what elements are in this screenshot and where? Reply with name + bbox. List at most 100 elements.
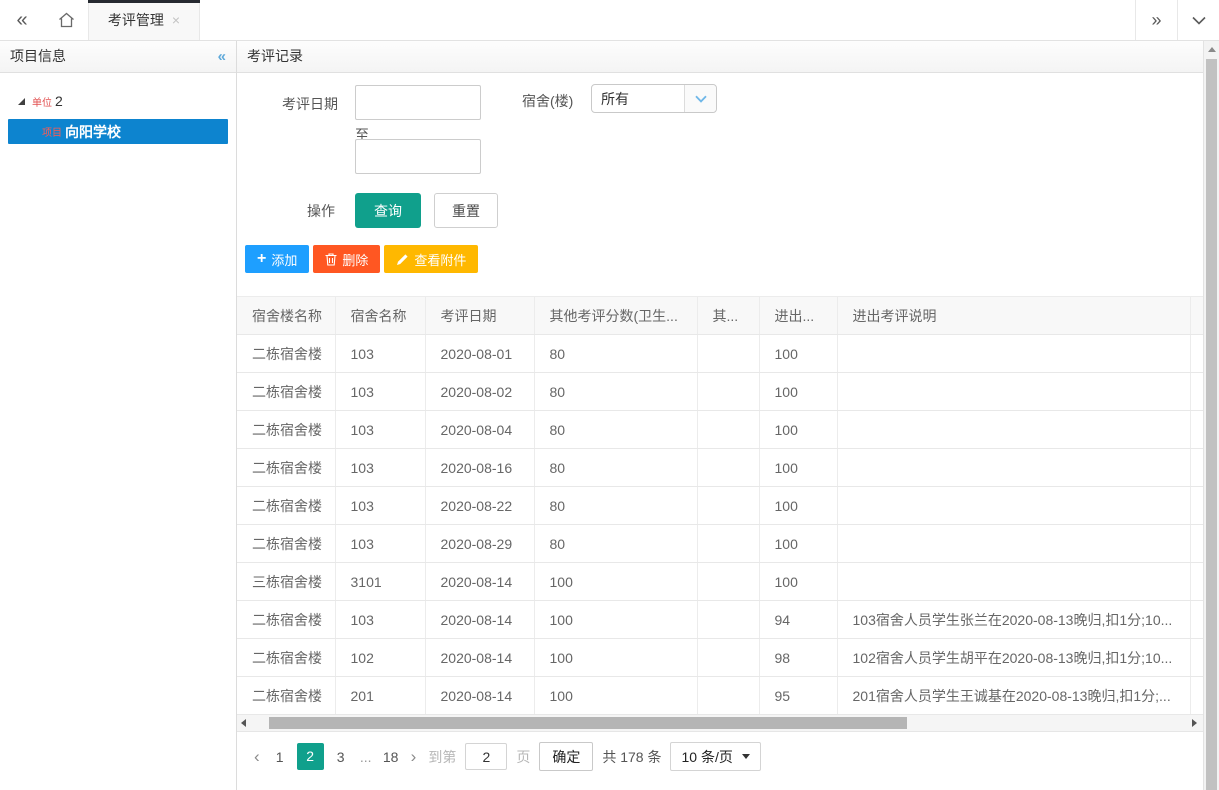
project-sidebar: 项目信息 « 单位 2 项目 向阳学校 <box>0 41 237 790</box>
column-header: 其... <box>697 297 759 335</box>
vertical-scroll-thumb[interactable] <box>1206 59 1217 790</box>
home-icon[interactable] <box>44 0 88 40</box>
table-cell: 2020-08-22 <box>425 487 534 525</box>
table-row[interactable]: 二栋宿舍楼1032020-08-0280100 <box>237 373 1203 411</box>
sidebar-collapse-icon[interactable]: « <box>218 41 226 72</box>
tab-label: 考评管理 <box>108 10 164 30</box>
column-header: 宿舍楼名称 <box>237 297 335 335</box>
collapse-tabs-icon[interactable]: « <box>0 0 44 40</box>
table-cell: 100 <box>534 639 697 677</box>
table-row[interactable]: 二栋宿舍楼1032020-08-1680100 <box>237 449 1203 487</box>
horizontal-scroll-thumb[interactable] <box>269 717 907 729</box>
reset-button[interactable]: 重置 <box>434 193 498 228</box>
add-button[interactable]: + 添加 <box>245 245 309 273</box>
table-cell <box>1190 411 1203 449</box>
page-button-3[interactable]: 3 <box>333 749 349 765</box>
table-cell: 103 <box>335 601 425 639</box>
search-button[interactable]: 查询 <box>355 193 421 228</box>
table-cell <box>1190 525 1203 563</box>
table-cell: 100 <box>759 335 837 373</box>
tree-node-school-selected[interactable]: 项目 向阳学校 <box>8 119 228 144</box>
table-row[interactable]: 二栋宿舍楼1032020-08-0180100 <box>237 335 1203 373</box>
table-cell: 二栋宿舍楼 <box>237 411 335 449</box>
table-cell: 80 <box>534 525 697 563</box>
table-cell <box>837 563 1190 601</box>
table-cell: 201宿舍人员学生王诚基在2020-08-13晚归,扣1分;... <box>837 677 1190 715</box>
table-cell <box>697 563 759 601</box>
delete-button[interactable]: 删除 <box>313 245 380 273</box>
scroll-right-icon[interactable] <box>1192 719 1197 727</box>
table-cell: 98 <box>759 639 837 677</box>
table-cell: 80 <box>534 411 697 449</box>
table-cell: 103宿舍人员学生张兰在2020-08-13晚归,扣1分;10... <box>837 601 1190 639</box>
table-cell: 103 <box>335 411 425 449</box>
date-from-input[interactable] <box>355 85 481 120</box>
goto-page-input[interactable] <box>465 743 507 770</box>
table-cell <box>1190 335 1203 373</box>
tab-kaoping-guanli[interactable]: 考评管理 × <box>88 0 200 40</box>
page-size-select[interactable]: 10 条/页 <box>670 742 760 771</box>
page-button-2[interactable]: 2 <box>297 743 324 770</box>
tree-expand-icon[interactable] <box>18 98 25 105</box>
table-cell: 102 <box>335 639 425 677</box>
table-cell: 80 <box>534 449 697 487</box>
table-cell: 2020-08-04 <box>425 411 534 449</box>
tabbar-spacer <box>200 0 1135 40</box>
table-cell <box>837 411 1190 449</box>
horizontal-scrollbar[interactable] <box>237 715 1203 732</box>
table-cell: 2020-08-01 <box>425 335 534 373</box>
table-row[interactable]: 二栋宿舍楼1032020-08-2280100 <box>237 487 1203 525</box>
table-row[interactable]: 二栋宿舍楼1032020-08-0480 100 <box>237 411 1203 449</box>
table-cell <box>1190 677 1203 715</box>
page-button-1[interactable]: 1 <box>272 749 288 765</box>
table-row[interactable]: 二栋宿舍楼2012020-08-1410095201宿舍人员学生王诚基在2020… <box>237 677 1203 715</box>
vertical-scrollbar[interactable] <box>1203 41 1219 790</box>
pencil-icon <box>396 253 409 266</box>
page-button-18[interactable]: 18 <box>383 749 399 765</box>
page-size-value: 10 条/页 <box>681 747 732 767</box>
scroll-left-icon[interactable] <box>241 719 246 727</box>
chevron-down-icon <box>695 95 707 103</box>
table-cell: 二栋宿舍楼 <box>237 677 335 715</box>
app-body: 项目信息 « 单位 2 项目 向阳学校 考评记录 考评日期 至 宿舍(楼) <box>0 41 1219 790</box>
table-cell <box>697 373 759 411</box>
scroll-up-icon[interactable] <box>1208 47 1216 52</box>
table-cell: 100 <box>534 601 697 639</box>
view-attachment-button[interactable]: 查看附件 <box>384 245 478 273</box>
tab-menu-icon[interactable] <box>1177 0 1219 40</box>
column-header: 进出... <box>759 297 837 335</box>
table-cell: 103 <box>335 487 425 525</box>
trash-icon <box>325 253 337 266</box>
page-ellipsis: ... <box>358 749 374 765</box>
table-row[interactable]: 二栋宿舍楼1022020-08-1410098102宿舍人员学生胡平在2020-… <box>237 639 1203 677</box>
table-row[interactable]: 二栋宿舍楼1032020-08-2980100 <box>237 525 1203 563</box>
date-to-input[interactable] <box>355 139 481 174</box>
table-cell: 100 <box>759 373 837 411</box>
column-header: 其他考评分数(卫生... <box>534 297 697 335</box>
table-header: 宿舍楼名称宿舍名称考评日期其他考评分数(卫生...其...进出...进出考评说明 <box>237 297 1203 335</box>
tree-node-unit[interactable]: 单位 2 <box>0 89 236 113</box>
node-label: 2 <box>55 93 63 109</box>
table-cell <box>1190 487 1203 525</box>
table-cell <box>697 525 759 563</box>
total-count-label: 共 178 条 <box>602 747 661 767</box>
table-cell: 94 <box>759 601 837 639</box>
table-row[interactable]: 二栋宿舍楼1032020-08-1410094103宿舍人员学生张兰在2020-… <box>237 601 1203 639</box>
dorm-select[interactable]: 所有 <box>591 84 717 113</box>
pagination: ‹ 123...18 › 到第 页 确定 共 178 条 10 条/页 <box>251 742 1203 771</box>
table-cell: 2020-08-29 <box>425 525 534 563</box>
table-toolbar: + 添加 删除 查看附件 <box>245 245 478 273</box>
next-page-icon[interactable]: › <box>408 747 420 767</box>
more-tabs-icon[interactable]: » <box>1135 0 1177 40</box>
table-cell: 2020-08-14 <box>425 639 534 677</box>
table-cell: 3101 <box>335 563 425 601</box>
select-arrow-area[interactable] <box>684 85 716 112</box>
table-row[interactable]: 三栋宿舍楼31012020-08-14100100 <box>237 563 1203 601</box>
table-cell: 100 <box>759 411 837 449</box>
table-cell: 2020-08-16 <box>425 449 534 487</box>
tab-close-icon[interactable]: × <box>172 12 180 28</box>
column-header: 考评日期 <box>425 297 534 335</box>
node-tag: 单位 <box>32 94 52 109</box>
confirm-button[interactable]: 确定 <box>539 742 593 771</box>
prev-page-icon[interactable]: ‹ <box>251 747 263 767</box>
